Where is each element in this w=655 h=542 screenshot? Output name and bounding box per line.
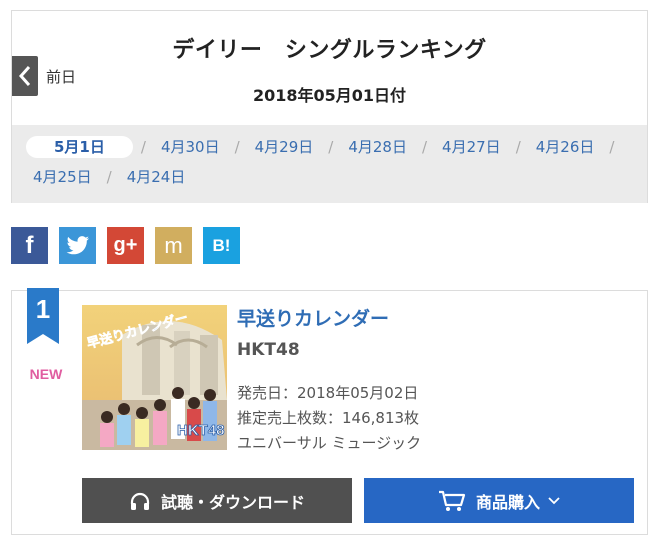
artist-name[interactable]: HKT48	[237, 340, 300, 360]
twitter-icon	[66, 235, 89, 254]
song-title-link[interactable]: 早送りカレンダー	[237, 304, 389, 331]
mixi-share-button[interactable]: m	[155, 227, 192, 264]
mixi-icon: m	[164, 232, 183, 258]
album-jacket[interactable]: 早送りカレンダー HKT48	[82, 305, 227, 450]
rank-number: 1	[35, 294, 51, 324]
ranking-item: 1 NEW 早送りカレンダー HKT48 早送りカレンダー HKT48 発売日：…	[11, 288, 648, 535]
date-tab[interactable]: 4月28日	[341, 136, 414, 158]
record-label: ユニバーサル ミュージック	[237, 434, 422, 452]
date-tab-active[interactable]: 5月1日	[26, 136, 133, 158]
cart-icon	[438, 490, 466, 512]
chevron-down-icon	[548, 496, 560, 505]
new-badge: NEW	[29, 366, 63, 382]
hatena-share-button[interactable]: B!	[203, 227, 240, 264]
twitter-share-button[interactable]	[59, 227, 96, 264]
date-tab[interactable]: 4月29日	[248, 136, 321, 158]
headphones-icon	[129, 491, 151, 511]
date-tab[interactable]: 4月26日	[529, 136, 602, 158]
rank-badge: 1	[27, 288, 59, 344]
date-tab[interactable]: 4月30日	[154, 136, 227, 158]
googleplus-icon: g+	[113, 234, 138, 256]
purchase-label: 商品購入	[475, 492, 540, 512]
date-tab[interactable]: 4月27日	[435, 136, 508, 158]
page-title: デイリー シングルランキング	[172, 38, 487, 63]
ranking-date: 2018年05月01日付	[252, 86, 407, 105]
hatena-icon: B!	[212, 235, 231, 255]
facebook-icon: f	[25, 231, 34, 259]
facebook-share-button[interactable]: f	[11, 227, 48, 264]
ranking-header: 前日 デイリー シングルランキング 2018年05月01日付 5月1日/ 4月3…	[11, 10, 648, 203]
googleplus-share-button[interactable]: g+	[107, 227, 144, 264]
listen-download-button[interactable]: 試聴・ダウンロード	[82, 478, 352, 523]
date-selector: 5月1日/ 4月30日/ 4月29日/ 4月28日/ 4月27日/ 4月26日 /…	[12, 125, 647, 203]
estimated-sales: 推定売上枚数：146,813枚	[237, 409, 420, 427]
listen-download-label: 試聴・ダウンロード	[160, 492, 305, 512]
date-tab[interactable]: 4月25日	[26, 166, 99, 188]
date-tab[interactable]: 4月24日	[120, 166, 193, 188]
jacket-logo-text: HKT48	[177, 422, 225, 439]
purchase-button[interactable]: 商品購入	[364, 478, 634, 523]
share-buttons: f g+ m B!	[11, 227, 240, 264]
release-date: 発売日：2018年05月02日	[237, 384, 419, 402]
